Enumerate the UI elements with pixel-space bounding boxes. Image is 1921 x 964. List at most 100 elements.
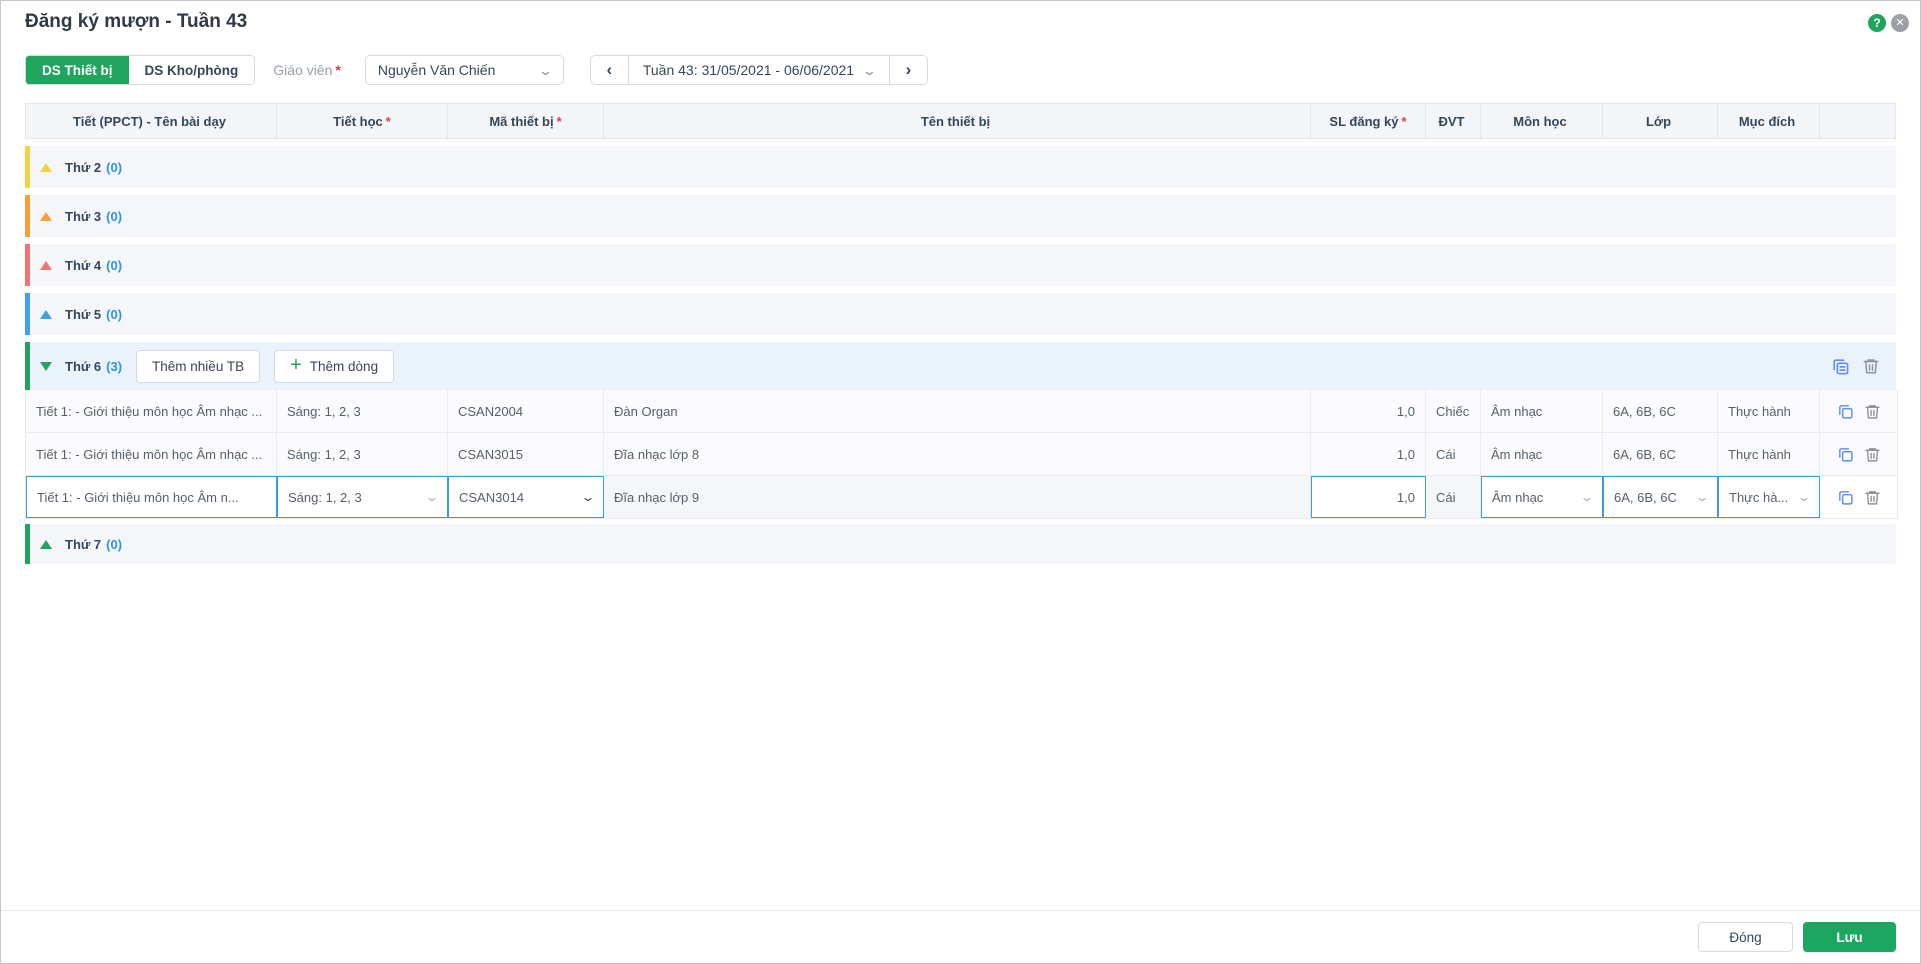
cell-subject[interactable]: Âm nhạc: [1481, 390, 1603, 432]
cell-qty[interactable]: 1,0: [1311, 433, 1426, 475]
purpose-select[interactable]: Thực hà... ⌄: [1718, 476, 1820, 518]
device-code-select[interactable]: CSAN3014 ⌄: [448, 476, 604, 518]
copy-row-icon[interactable]: [1837, 403, 1854, 420]
delete-day-icon[interactable]: [1862, 357, 1880, 375]
day-color-bar: [25, 195, 30, 237]
prev-week-button[interactable]: ‹: [590, 56, 628, 84]
chevron-down-icon: ⌄: [580, 490, 596, 504]
day-row-thu-2[interactable]: Thứ 2 (0): [25, 146, 1896, 188]
qty-input[interactable]: [1322, 477, 1415, 517]
cell-device-name: Đĩa nhạc lớp 8: [604, 433, 1311, 475]
day-color-bar: [25, 244, 30, 286]
row-actions: [1820, 476, 1897, 518]
day-count: (0): [106, 306, 123, 322]
copy-row-icon[interactable]: [1837, 489, 1854, 506]
day-row-thu-5[interactable]: Thứ 5 (0): [25, 293, 1896, 335]
day-row-thu-7[interactable]: Thứ 7 (0): [25, 524, 1896, 564]
cell-device-name: Đàn Organ: [604, 390, 1311, 432]
cell-class[interactable]: 6A, 6B, 6C: [1603, 390, 1718, 432]
day-label: Thứ 3: [65, 208, 102, 224]
delete-row-icon[interactable]: [1864, 403, 1881, 420]
day-label: Thứ 4: [65, 257, 102, 273]
save-button[interactable]: Lưu: [1803, 922, 1896, 952]
help-icon[interactable]: ?: [1868, 14, 1886, 32]
day-count: (0): [106, 257, 123, 273]
modal-corner-icons: ? ✕: [1868, 14, 1909, 32]
lesson-input[interactable]: [37, 477, 266, 517]
week-select[interactable]: Tuần 43: 31/05/2021 - 06/06/2021 ⌄: [627, 56, 890, 84]
day-count: (3): [106, 358, 123, 374]
day-label: Thứ 7: [65, 536, 102, 552]
cell-lesson[interactable]: Tiết 1: - Giới thiệu môn học Âm nhạc ...: [26, 433, 277, 475]
col-header-unit: ĐVT: [1426, 104, 1481, 138]
collapse-triangle-icon: [40, 211, 52, 221]
col-header-period: Tiết học *: [277, 104, 448, 138]
chevron-down-icon: ⌄: [1796, 490, 1812, 504]
cell-unit: Cái: [1426, 433, 1481, 475]
period-select[interactable]: Sáng: 1, 2, 3 ⌄: [277, 476, 448, 518]
copy-row-icon[interactable]: [1837, 446, 1854, 463]
add-row-button[interactable]: + Thêm dòng: [274, 349, 395, 383]
day-label: Thứ 5: [65, 306, 102, 322]
cell-device-code[interactable]: CSAN3015: [448, 433, 604, 475]
week-navigator: ‹ Tuần 43: 31/05/2021 - 06/06/2021 ⌄ ›: [589, 55, 928, 85]
col-header-device-name: Tên thiết bị: [604, 104, 1311, 138]
table-row-editing: Sáng: 1, 2, 3 ⌄ CSAN3014 ⌄ Đĩa nhạc lớp …: [25, 476, 1898, 519]
add-multiple-devices-button[interactable]: Thêm nhiều TB: [136, 349, 261, 383]
cell-unit: Chiếc: [1426, 390, 1481, 432]
day-row-thu-3[interactable]: Thứ 3 (0): [25, 195, 1896, 237]
cell-subject[interactable]: Âm nhạc: [1481, 433, 1603, 475]
copy-day-icon[interactable]: [1831, 357, 1850, 376]
toolbar: DS Thiết bị DS Kho/phòng Giáo viên * Nguy…: [25, 55, 1896, 85]
day-color-bar: [25, 342, 30, 390]
expand-triangle-icon: [40, 361, 52, 371]
page-title: Đăng ký mượn - Tuần 43: [25, 11, 248, 32]
close-button[interactable]: Đóng: [1698, 922, 1793, 952]
cell-device-name: Đĩa nhạc lớp 9: [604, 476, 1311, 518]
day-count: (0): [106, 159, 123, 175]
table-row: Tiết 1: - Giới thiệu môn học Âm nhạc ...…: [25, 433, 1898, 476]
col-header-device-code: Mã thiết bị *: [448, 104, 604, 138]
collapse-triangle-icon: [40, 260, 52, 270]
purpose-select-value: Thực hà...: [1729, 489, 1789, 505]
table-header: Tiết (PPCT) - Tên bài dạy Tiết học * Mã t…: [25, 103, 1896, 139]
col-header-qty: SL đăng ký *: [1311, 104, 1426, 138]
qty-input-wrap: [1311, 476, 1426, 518]
col-header-class: Lớp: [1603, 104, 1718, 138]
teacher-select[interactable]: Nguyễn Văn Chiến ⌄: [364, 55, 564, 85]
col-header-lesson: Tiết (PPCT) - Tên bài dạy: [26, 104, 277, 138]
day-color-bar: [25, 293, 30, 335]
cell-purpose[interactable]: Thực hành: [1718, 390, 1820, 432]
plus-icon: +: [290, 354, 302, 376]
next-week-button[interactable]: ›: [889, 56, 927, 84]
cell-purpose[interactable]: Thực hành: [1718, 433, 1820, 475]
tab-ds-kho-phong[interactable]: DS Kho/phòng: [128, 56, 255, 84]
day-label: Thứ 6: [65, 358, 102, 374]
collapse-triangle-icon: [40, 539, 52, 549]
delete-row-icon[interactable]: [1864, 446, 1881, 463]
list-type-tabs: DS Thiết bị DS Kho/phòng: [25, 55, 256, 85]
cell-period[interactable]: Sáng: 1, 2, 3: [277, 433, 448, 475]
tab-ds-thiet-bi[interactable]: DS Thiết bị: [26, 56, 129, 84]
day-color-bar: [25, 146, 30, 188]
teacher-select-value: Nguyễn Văn Chiến: [377, 62, 496, 78]
day-count: (0): [106, 208, 123, 224]
teacher-label: Giáo viên *: [273, 62, 341, 78]
col-header-subject: Môn học: [1481, 104, 1603, 138]
subject-select[interactable]: Âm nhạc ⌄: [1481, 476, 1603, 518]
class-select[interactable]: 6A, 6B, 6C ⌄: [1603, 476, 1718, 518]
delete-row-icon[interactable]: [1864, 489, 1881, 506]
cell-device-code[interactable]: CSAN2004: [448, 390, 604, 432]
week-select-value: Tuần 43: 31/05/2021 - 06/06/2021: [642, 62, 855, 78]
day-row-thu-6[interactable]: Thứ 6 (3) Thêm nhiều TB + Thêm dòng: [25, 342, 1896, 390]
cell-qty[interactable]: 1,0: [1311, 390, 1426, 432]
cell-class[interactable]: 6A, 6B, 6C: [1603, 433, 1718, 475]
col-header-actions: [1820, 104, 1897, 138]
chevron-down-icon: ⌄: [1579, 490, 1595, 504]
chevron-down-icon: ⌄: [861, 62, 878, 78]
cell-period[interactable]: Sáng: 1, 2, 3: [277, 390, 448, 432]
cell-lesson[interactable]: Tiết 1: - Giới thiệu môn học Âm nhạc ...: [26, 390, 277, 432]
class-select-value: 6A, 6B, 6C: [1614, 489, 1677, 505]
day-row-thu-4[interactable]: Thứ 4 (0): [25, 244, 1896, 286]
close-icon[interactable]: ✕: [1891, 14, 1909, 32]
